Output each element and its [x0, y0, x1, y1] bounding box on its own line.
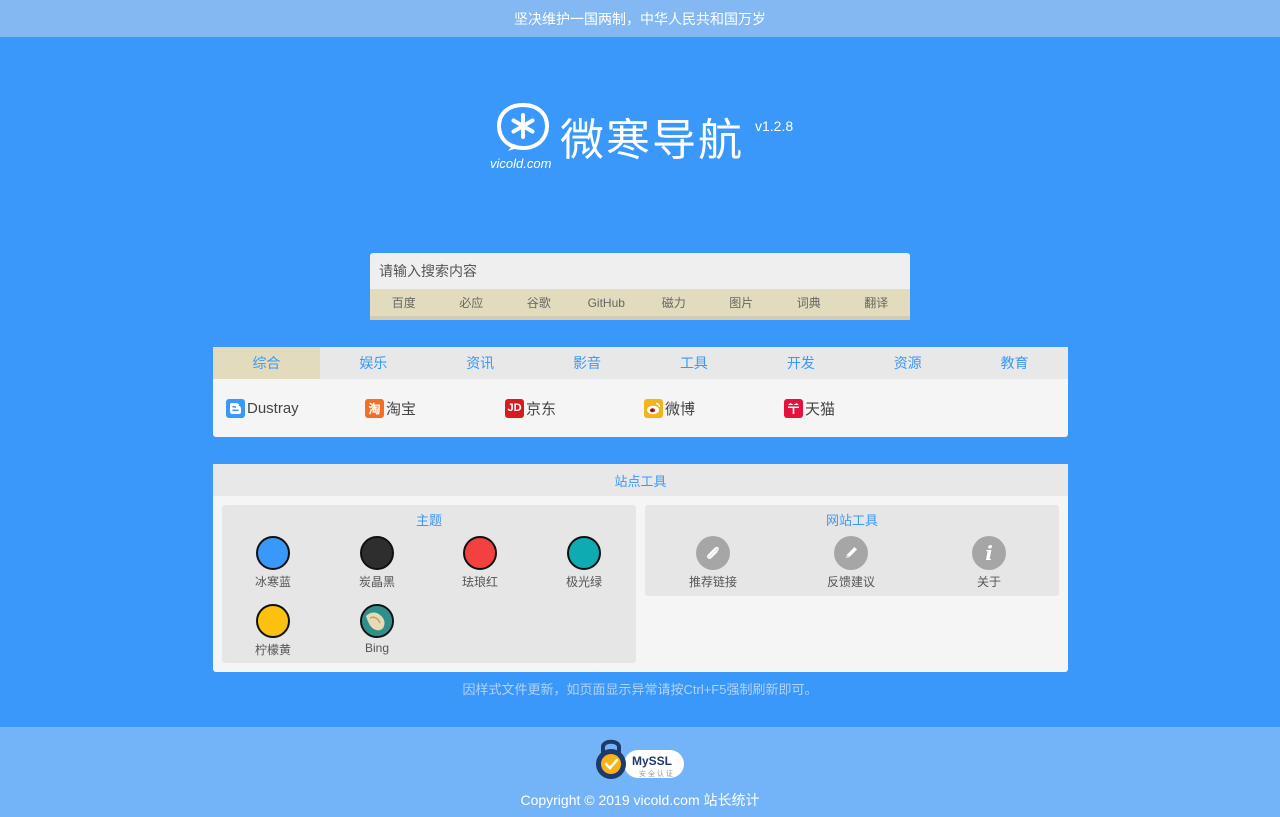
theme-swatch: [256, 536, 290, 570]
weibo-icon: [644, 398, 663, 418]
theme-bing[interactable]: Bing: [342, 604, 412, 655]
theme-panel-title: 主题: [415, 513, 442, 528]
theme-swatch: [360, 536, 394, 570]
engine-bar-divider: [370, 316, 910, 320]
theme-swatch: [567, 536, 601, 570]
site-tools-title: 站点工具: [213, 464, 1068, 496]
site-link-label: 天猫: [805, 400, 836, 418]
site-link-row: Dustray 淘 淘宝 JD 京东 微博 天猫: [213, 379, 1068, 437]
theme-label: 炭晶黑: [358, 575, 395, 589]
pencil-icon: [834, 536, 868, 570]
site-link-label: Dustray: [247, 399, 299, 417]
theme-carbon-black[interactable]: 炭晶黑: [342, 536, 412, 590]
site-link-jd[interactable]: JD 京东: [505, 397, 556, 419]
theme-label: 冰寒蓝: [254, 575, 291, 589]
blogger-icon: [226, 398, 245, 418]
snowflake-logo-icon: [496, 102, 550, 151]
bing-wallpaper-swatch: [360, 604, 394, 638]
site-link-label: 微博: [665, 400, 696, 418]
theme-label: 柠檬黄: [254, 643, 291, 657]
site-link-label: 淘宝: [386, 400, 417, 418]
site-link-tmall[interactable]: 天猫: [784, 397, 835, 419]
ssl-sublabel: 安全认证: [639, 771, 675, 778]
site-tools-card: 站点工具 主题 冰寒蓝 炭晶黑 珐琅红 极光绿 柠檬黄 Bing 网站工具 推荐…: [213, 464, 1068, 672]
tab-tools[interactable]: 工具: [641, 347, 748, 379]
taobao-icon: 淘: [365, 398, 384, 418]
top-banner: 坚决维护一国两制，中华人民共和国万岁: [0, 0, 1280, 37]
site-tools-panel-title: 网站工具: [825, 513, 878, 528]
tmall-icon: [784, 398, 803, 418]
tab-resources[interactable]: 资源: [854, 347, 961, 379]
theme-lemon-yellow[interactable]: 柠檬黄: [238, 604, 308, 658]
myssl-badge[interactable]: MySSL 安全认证: [594, 735, 686, 783]
theme-swatch: [256, 604, 290, 638]
engine-bing[interactable]: 必应: [438, 289, 506, 316]
theme-label: Bing: [364, 641, 390, 655]
footer: MySSL 安全认证 Copyright © 2019 vicold.com 站…: [0, 727, 1280, 817]
tab-entertainment[interactable]: 娱乐: [320, 347, 427, 379]
logo-domain: vicold.com: [490, 156, 552, 171]
search-engine-bar: 百度 必应 谷歌 GitHub 磁力 图片 词典 翻译: [370, 289, 910, 316]
theme-enamel-red[interactable]: 珐琅红: [445, 536, 515, 590]
theme-ice-blue[interactable]: 冰寒蓝: [238, 536, 308, 590]
tool-label: 推荐链接: [688, 575, 737, 589]
tab-video[interactable]: 影音: [534, 347, 641, 379]
engine-images[interactable]: 图片: [708, 289, 776, 316]
engine-baidu[interactable]: 百度: [370, 289, 438, 316]
engine-github[interactable]: GitHub: [573, 289, 641, 316]
info-icon: i: [972, 536, 1006, 570]
tab-development[interactable]: 开发: [747, 347, 854, 379]
category-tabs: 综合 娱乐 资讯 影音 工具 开发 资源 教育: [213, 347, 1068, 379]
tool-label: 关于: [976, 575, 1001, 589]
tool-label: 反馈建议: [826, 575, 875, 589]
feedback-button[interactable]: 反馈建议: [806, 536, 896, 590]
refresh-notice: 因样式文件更新，如页面显示异常请按Ctrl+F5强制刷新即可。: [462, 682, 818, 697]
theme-label: 极光绿: [565, 575, 602, 589]
search-input[interactable]: [370, 253, 910, 289]
tab-education[interactable]: 教育: [961, 347, 1068, 379]
theme-panel: 主题 冰寒蓝 炭晶黑 珐琅红 极光绿 柠檬黄 Bing: [222, 505, 636, 663]
site-logo[interactable]: 微寒导航 v1.2.8 vicold.com: [488, 100, 808, 175]
site-link-weibo[interactable]: 微博: [644, 397, 695, 419]
theme-aurora-green[interactable]: 极光绿: [549, 536, 619, 590]
logo-version: v1.2.8: [755, 118, 794, 134]
copyright: Copyright © 2019 vicold.com 站长统计: [0, 790, 1280, 810]
site-link-dustray[interactable]: Dustray: [226, 397, 299, 419]
navigation-card: 综合 娱乐 资讯 影音 工具 开发 资源 教育 Dustray 淘 淘宝 JD …: [213, 347, 1068, 437]
engine-google[interactable]: 谷歌: [505, 289, 573, 316]
site-link-label: 京东: [526, 400, 557, 418]
site-link-taobao[interactable]: 淘 淘宝: [365, 397, 416, 419]
paperclip-icon: [696, 536, 730, 570]
ssl-label: MySSL: [632, 754, 673, 768]
recommend-link-button[interactable]: 推荐链接: [668, 536, 758, 590]
engine-dictionary[interactable]: 词典: [775, 289, 843, 316]
search-box: 百度 必应 谷歌 GitHub 磁力 图片 词典 翻译: [370, 253, 910, 320]
banner-text: 坚决维护一国两制，中华人民共和国万岁: [514, 10, 766, 27]
logo-title: 微寒导航: [560, 115, 744, 166]
theme-swatch: [463, 536, 497, 570]
tab-news[interactable]: 资讯: [427, 347, 534, 379]
site-tools-panel: 网站工具 推荐链接 反馈建议 i 关于: [645, 505, 1059, 596]
about-button[interactable]: i 关于: [944, 536, 1034, 590]
copyright-text: Copyright © 2019 vicold.com: [520, 792, 700, 808]
theme-label: 珐琅红: [461, 575, 498, 589]
engine-translate[interactable]: 翻译: [843, 289, 911, 316]
stats-link[interactable]: 站长统计: [704, 792, 760, 808]
tab-general[interactable]: 综合: [213, 347, 320, 379]
engine-magnet[interactable]: 磁力: [640, 289, 708, 316]
jd-icon: JD: [505, 398, 524, 418]
